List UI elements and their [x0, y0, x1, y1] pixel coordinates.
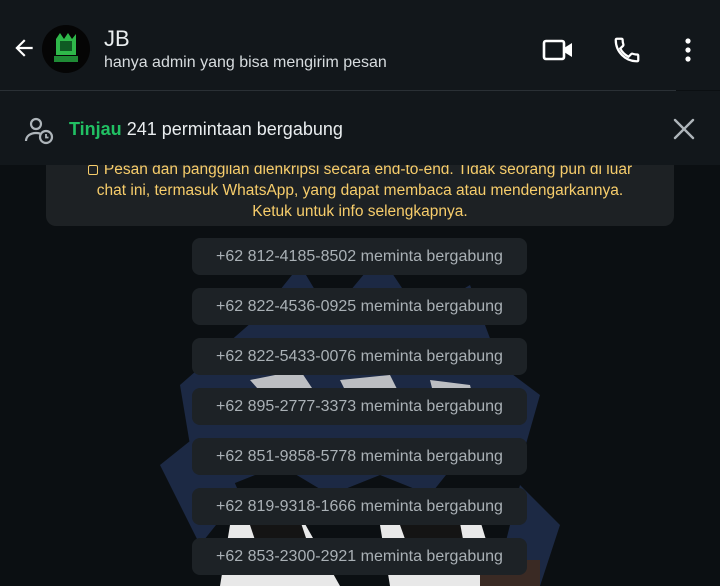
join-requests-text: Tinjau 241 permintaan bergabung	[69, 119, 343, 140]
system-message: +62 853-2300-2921 meminta bergabung	[192, 538, 527, 575]
back-arrow-icon[interactable]	[10, 34, 38, 62]
system-message: +62 812-4185-8502 meminta bergabung	[192, 238, 527, 275]
system-message: +62 851-9858-5778 meminta bergabung	[192, 438, 527, 475]
join-requests-count: 241 permintaan bergabung	[126, 119, 343, 139]
system-message: +62 822-4536-0925 meminta bergabung	[192, 288, 527, 325]
more-options-icon[interactable]	[672, 34, 704, 66]
review-link[interactable]: Tinjau	[69, 119, 122, 139]
phone-call-icon[interactable]	[611, 34, 643, 66]
chat-title[interactable]: JB	[104, 26, 130, 52]
avatar[interactable]	[42, 25, 90, 73]
close-icon[interactable]	[670, 115, 698, 143]
system-message: +62 895-2777-3373 meminta bergabung	[192, 388, 527, 425]
encryption-line-3: Ketuk untuk info selengkapnya.	[252, 203, 468, 220]
video-call-icon[interactable]	[542, 34, 574, 66]
lock-icon	[87, 165, 98, 175]
system-message: +62 819-9318-1666 meminta bergabung	[192, 488, 527, 525]
encryption-line-2: chat ini, termasuk WhatsApp, yang dapat …	[96, 182, 624, 199]
system-message: +62 822-5433-0076 meminta bergabung	[192, 338, 527, 375]
chat-subtitle[interactable]: hanya admin yang bisa mengirim pesan	[104, 54, 387, 72]
person-clock-icon	[24, 115, 54, 145]
join-requests-banner[interactable]: Tinjau 241 permintaan bergabung	[0, 91, 720, 165]
chat-header: JB hanya admin yang bisa mengirim pesan	[0, 0, 720, 90]
